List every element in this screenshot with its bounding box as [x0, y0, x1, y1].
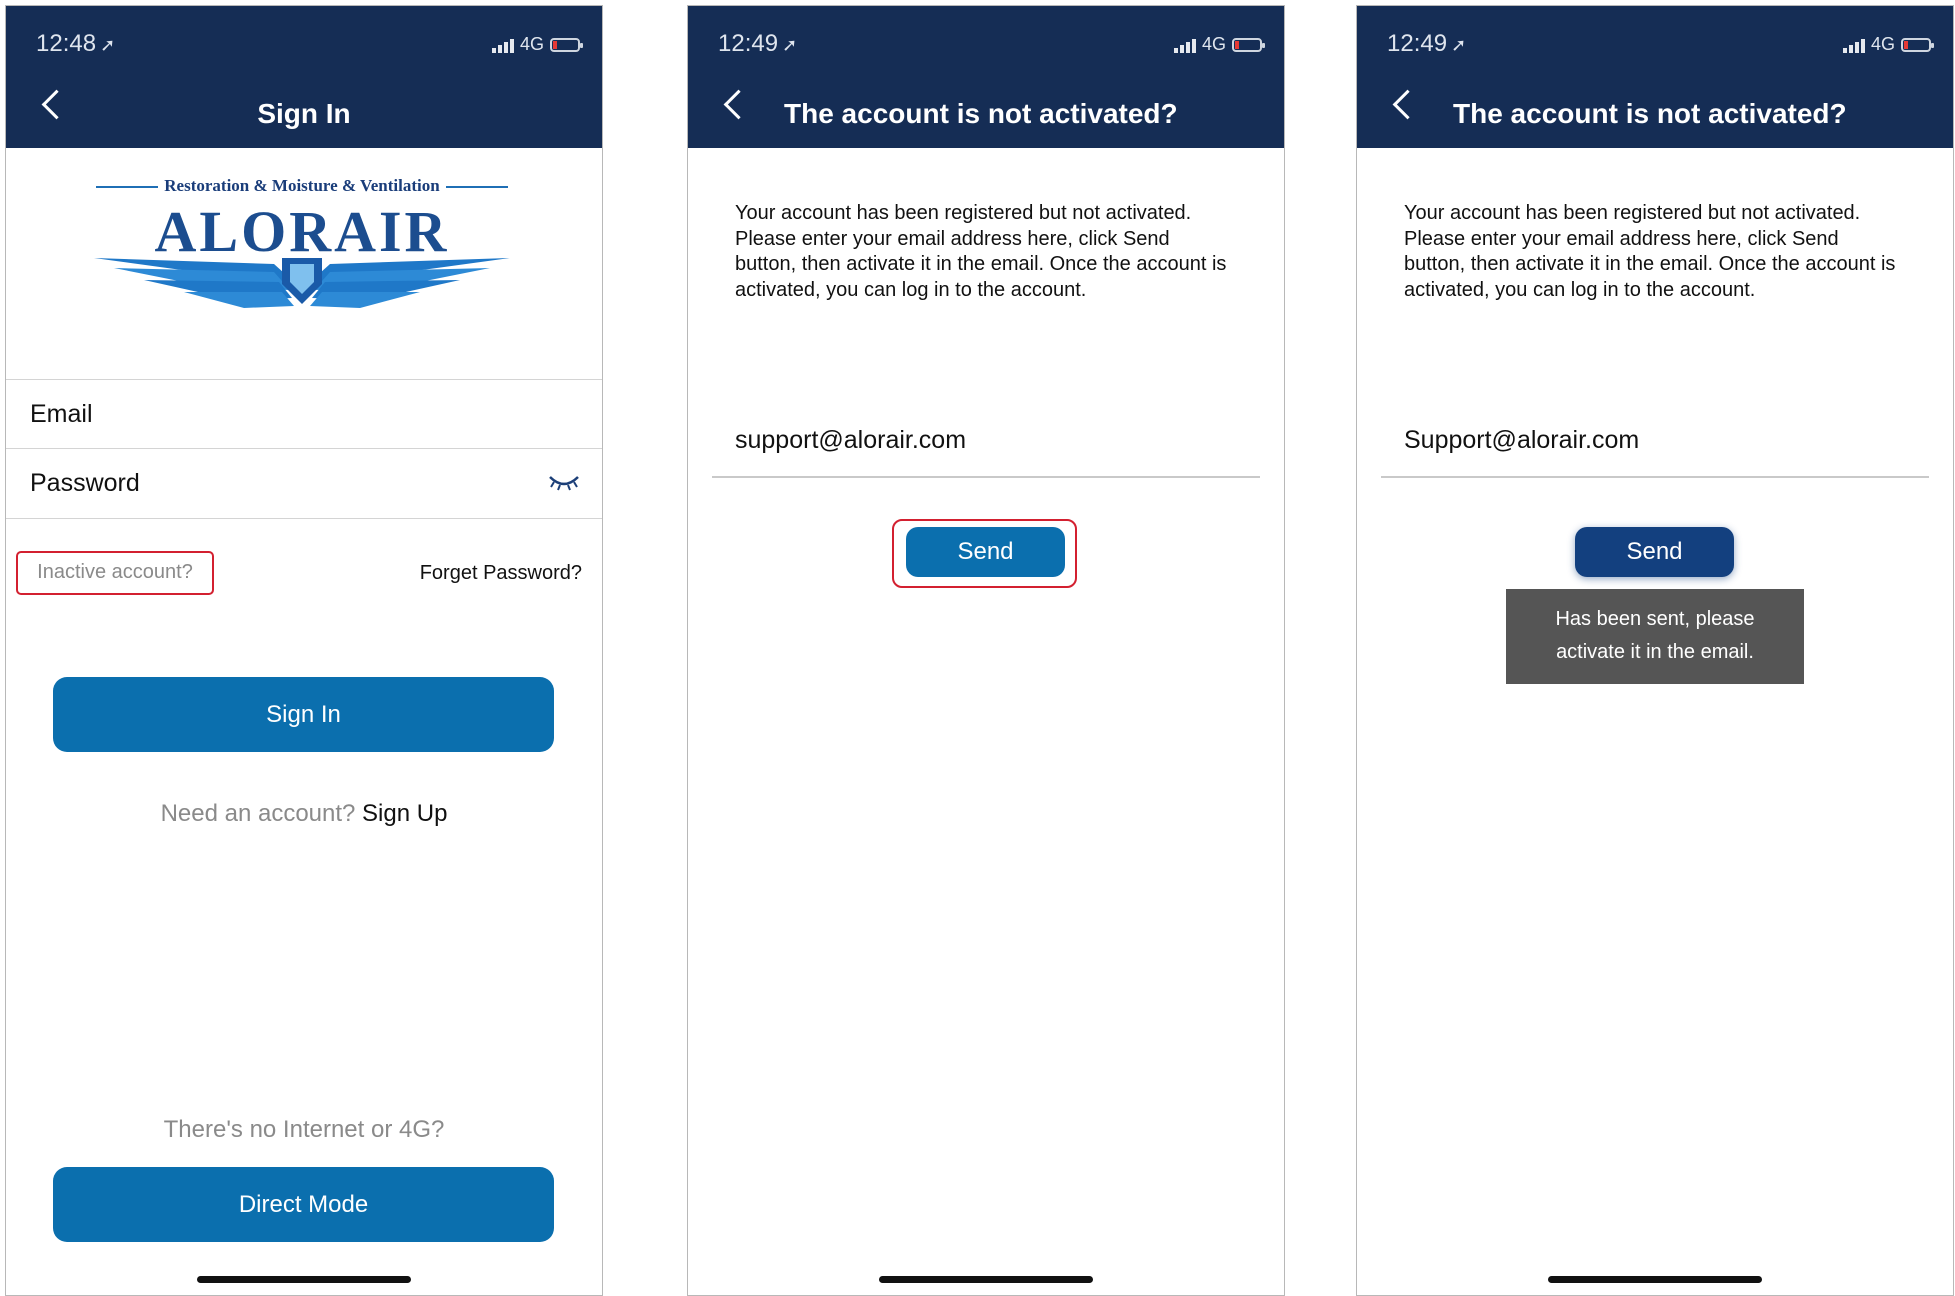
signal-icon	[1842, 37, 1865, 53]
direct-mode-button[interactable]: Direct Mode	[53, 1167, 554, 1242]
network-label: 4G	[1870, 34, 1895, 54]
battery-icon	[1901, 37, 1934, 52]
alorair-logo: Restoration & Moisture & Ventilation ALO…	[82, 176, 522, 311]
eye-closed-icon[interactable]	[548, 471, 580, 493]
email-label: Email	[30, 400, 93, 428]
status-indicators: 4G	[1842, 34, 1934, 55]
home-indicator	[1548, 1276, 1762, 1283]
email-input[interactable]: support@alorair.com	[735, 426, 966, 455]
back-chevron-icon[interactable]	[1392, 89, 1423, 120]
signup-question: Need an account?	[160, 800, 356, 827]
send-button[interactable]: Send	[906, 527, 1065, 577]
password-label: Password	[30, 469, 140, 497]
logo-wings-icon	[94, 258, 510, 308]
network-label: 4G	[1201, 34, 1226, 54]
location-arrow-icon: ➚	[100, 35, 116, 55]
inactive-account-link[interactable]: Inactive account?	[16, 551, 214, 595]
home-indicator	[197, 1276, 411, 1283]
toast-line-2: activate it in the email.	[1556, 641, 1754, 663]
top-bar: 12:49 ➚ 4G The account is not activated?	[1357, 6, 1953, 148]
battery-icon	[550, 37, 583, 52]
location-arrow-icon: ➚	[782, 35, 798, 55]
activation-description: Your account has been registered but not…	[1404, 202, 1896, 301]
page-title: The account is not activated?	[784, 98, 1178, 129]
status-indicators: 4G	[1173, 34, 1265, 55]
status-time: 12:49 ➚	[718, 30, 798, 57]
activation-screen: 12:49 ➚ 4G The account is not activated? …	[687, 5, 1285, 1296]
location-arrow-icon: ➚	[1451, 35, 1467, 55]
status-indicators: 4G	[491, 34, 583, 55]
signal-icon	[1173, 37, 1196, 53]
email-underline	[1381, 476, 1929, 478]
send-button[interactable]: Send	[1575, 527, 1734, 577]
signal-icon	[491, 37, 514, 53]
status-time: 12:48 ➚	[36, 30, 116, 57]
activation-sent-screen: 12:49 ➚ 4G The account is not activated? …	[1356, 5, 1954, 1296]
page-title: Sign In	[257, 98, 351, 129]
toast-line-1: Has been sent, please	[1555, 608, 1755, 630]
home-indicator	[879, 1276, 1093, 1283]
signup-link[interactable]: Sign Up	[362, 800, 447, 827]
email-field[interactable]: Email	[6, 379, 602, 448]
signin-button[interactable]: Sign In	[53, 677, 554, 752]
signup-prompt: Need an account? Sign Up	[6, 800, 602, 828]
forget-password-link[interactable]: Forget Password?	[420, 562, 582, 585]
network-label: 4G	[519, 34, 544, 54]
offline-prompt: There's no Internet or 4G?	[163, 1116, 445, 1143]
password-field[interactable]: Password	[6, 448, 602, 519]
top-bar: 12:48 ➚ 4G Sign In	[6, 6, 602, 148]
back-chevron-icon[interactable]	[723, 89, 754, 120]
battery-icon	[1232, 37, 1265, 52]
status-time: 12:49 ➚	[1387, 30, 1467, 57]
page-title: The account is not activated?	[1453, 98, 1847, 129]
email-underline	[712, 476, 1260, 478]
top-bar: 12:49 ➚ 4G The account is not activated?	[688, 6, 1284, 148]
logo-tagline: Restoration & Moisture & Ventilation	[82, 176, 522, 196]
email-input[interactable]: Support@alorair.com	[1404, 426, 1639, 455]
activation-description: Your account has been registered but not…	[735, 202, 1227, 301]
signin-screen: 12:48 ➚ 4G Sign In Restoration & Moisture…	[5, 5, 603, 1296]
sent-toast: Has been sent, please activate it in the…	[1506, 589, 1804, 684]
